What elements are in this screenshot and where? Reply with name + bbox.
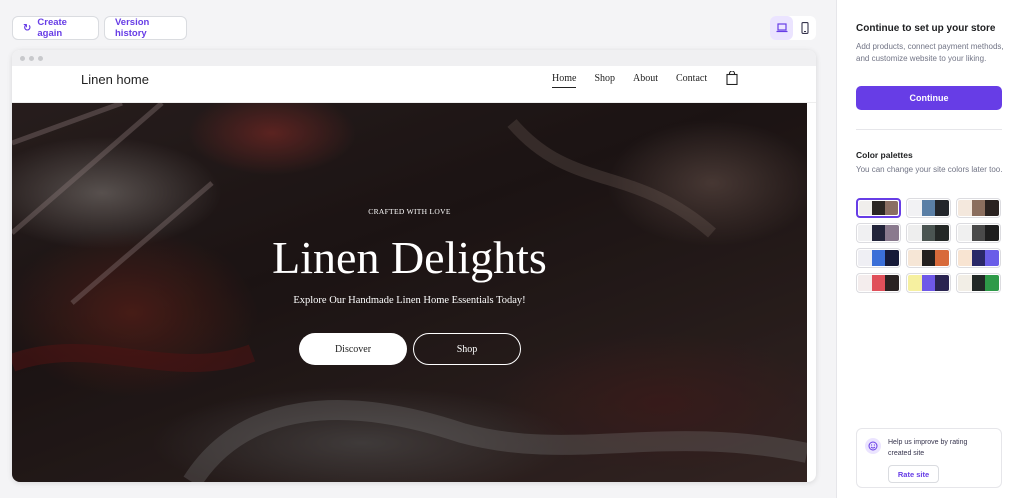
palette-swatch — [921, 275, 936, 291]
rate-card: Help us improve by rating created site R… — [856, 428, 1002, 488]
palette-swatch — [885, 225, 900, 241]
setup-panel: Continue to set up your store Add produc… — [836, 0, 1024, 498]
palette-swatch — [885, 275, 900, 291]
color-palette-option[interactable] — [956, 273, 1001, 293]
palette-swatch — [921, 250, 936, 266]
version-history-button[interactable]: Version history — [104, 16, 187, 40]
palette-grid — [856, 198, 1002, 293]
hero-subtitle: Explore Our Handmade Linen Home Essentia… — [293, 295, 526, 306]
palette-swatch — [935, 200, 950, 216]
palette-swatch — [935, 250, 950, 266]
create-again-label: Create again — [37, 17, 67, 39]
window-dot — [20, 55, 25, 61]
palette-swatch — [971, 200, 986, 216]
site-logo[interactable]: Linen home — [81, 72, 149, 87]
browser-bar — [12, 50, 816, 66]
palette-swatch — [908, 250, 922, 266]
palette-swatch — [921, 225, 936, 241]
create-again-button[interactable]: ↻ Create again — [12, 16, 99, 40]
color-palette-option[interactable] — [906, 273, 951, 293]
palette-swatch — [871, 225, 886, 241]
nav-contact[interactable]: Contact — [676, 73, 707, 88]
window-dot — [38, 55, 43, 61]
palettes-description: You can change your site colors later to… — [856, 165, 1003, 174]
palette-swatch — [921, 200, 936, 216]
palette-swatch — [935, 225, 950, 241]
window-dot — [29, 55, 34, 61]
version-history-label: Version history — [115, 17, 150, 39]
mobile-view-button[interactable] — [793, 16, 816, 40]
palette-swatch — [958, 275, 972, 291]
palette-swatch — [985, 275, 1000, 291]
laptop-icon — [776, 23, 787, 33]
discover-button[interactable]: Discover — [299, 333, 407, 365]
palette-swatch — [971, 225, 986, 241]
palette-swatch — [858, 250, 872, 266]
palettes-title: Color palettes — [856, 150, 913, 160]
color-palette-option[interactable] — [856, 248, 901, 268]
palette-swatch — [958, 225, 972, 241]
site-header: Linen home Home Shop About Contact — [12, 66, 816, 103]
hero-eyebrow: CRAFTED WITH LOVE — [368, 207, 451, 216]
site-nav-links: Home Shop About Contact — [552, 73, 707, 88]
color-palette-option[interactable] — [956, 198, 1001, 218]
nav-home[interactable]: Home — [552, 73, 577, 88]
phone-icon — [800, 22, 809, 34]
palette-swatch — [958, 250, 972, 266]
divider — [856, 129, 1002, 130]
palette-swatch — [985, 250, 1000, 266]
palette-swatch — [958, 200, 972, 216]
palette-swatch — [858, 225, 872, 241]
palette-swatch — [885, 250, 900, 266]
color-palette-option[interactable] — [906, 198, 951, 218]
panel-title: Continue to set up your store — [856, 23, 996, 34]
palette-swatch — [908, 200, 922, 216]
color-palette-option[interactable] — [906, 248, 951, 268]
palette-swatch — [935, 275, 950, 291]
palette-swatch — [908, 225, 922, 241]
color-palette-option[interactable] — [856, 273, 901, 293]
color-palette-option[interactable] — [856, 223, 901, 243]
desktop-view-button[interactable] — [770, 16, 793, 40]
palette-swatch — [971, 275, 986, 291]
palette-swatch — [971, 250, 986, 266]
color-palette-option[interactable] — [906, 223, 951, 243]
rate-site-button[interactable]: Rate site — [888, 465, 939, 483]
site-preview: Linen home Home Shop About Contact CRAFT… — [12, 50, 816, 482]
device-toggle — [770, 16, 816, 40]
color-palette-option[interactable] — [856, 198, 901, 218]
palette-swatch — [871, 275, 886, 291]
palette-swatch — [859, 201, 872, 215]
palette-swatch — [885, 201, 898, 215]
hero-title: Linen Delights — [272, 232, 547, 283]
nav-shop[interactable]: Shop — [594, 73, 615, 88]
shop-button[interactable]: Shop — [413, 333, 521, 365]
hero-content: CRAFTED WITH LOVE Linen Delights Explore… — [12, 103, 807, 482]
palette-swatch — [872, 201, 885, 215]
palette-swatch — [985, 200, 1000, 216]
continue-button[interactable]: Continue — [856, 86, 1002, 110]
color-palette-option[interactable] — [956, 223, 1001, 243]
hero-section: CRAFTED WITH LOVE Linen Delights Explore… — [12, 103, 807, 482]
nav-about[interactable]: About — [633, 73, 658, 88]
palette-swatch — [871, 250, 886, 266]
refresh-icon: ↻ — [23, 22, 32, 34]
rate-text: Help us improve by rating created site — [888, 439, 968, 457]
color-palette-option[interactable] — [956, 248, 1001, 268]
palette-swatch — [908, 275, 922, 291]
smiley-icon — [865, 438, 881, 454]
shopping-bag-icon[interactable] — [726, 71, 738, 85]
palette-swatch — [858, 275, 872, 291]
palette-swatch — [985, 225, 1000, 241]
panel-description: Add products, connect payment methods, a… — [856, 42, 1004, 63]
